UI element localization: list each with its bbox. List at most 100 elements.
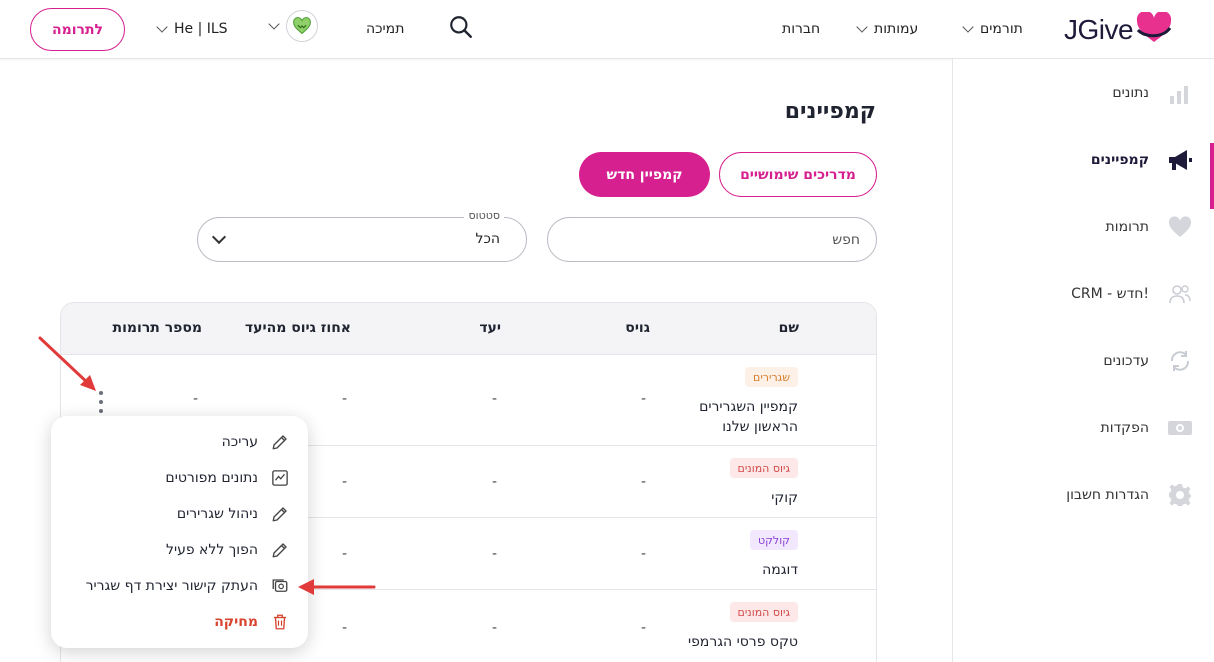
- menu-item-label: הפוך ללא פעיל: [166, 542, 258, 558]
- bar-chart-icon: [1167, 80, 1193, 106]
- menu-item-delete[interactable]: מחיקה: [214, 610, 290, 634]
- page-title: קמפיינים: [784, 99, 876, 124]
- table-header: שם גויס יעד אחוז גיוס מהיעד מספר תרומות: [61, 303, 876, 355]
- campaign-name[interactable]: קמפיין השגרירים הראשון שלנו: [699, 397, 798, 437]
- chevron-down-icon: [962, 21, 974, 33]
- column-header-goal[interactable]: יעד: [479, 320, 501, 336]
- menu-item-label: נתונים מפורטים: [165, 470, 258, 486]
- goal-value: -: [492, 391, 498, 407]
- top-bar: לתרומה He | ILS תמיכה חברות עמותות תורמי…: [0, 0, 1214, 59]
- column-header-donations[interactable]: מספר תרומות: [113, 320, 202, 336]
- profile-menu[interactable]: [268, 10, 318, 42]
- menu-item-detailed-data[interactable]: נתונים מפורטים: [165, 466, 290, 490]
- trash-icon: [270, 612, 290, 632]
- sidebar-item-crm[interactable]: CRM - חדש!: [953, 269, 1214, 319]
- menu-item-label: ניהול שגרירים: [176, 506, 258, 522]
- chevron-down-icon: [856, 21, 868, 33]
- status-select[interactable]: סטטוס הכל: [197, 209, 527, 262]
- goal-value: -: [492, 546, 498, 562]
- chart-icon: [270, 468, 290, 488]
- pencil-icon: [270, 540, 290, 560]
- new-campaign-button[interactable]: קמפיין חדש: [579, 152, 710, 197]
- search-input[interactable]: חפש: [547, 217, 877, 262]
- campaign-type-badge: שגרירים: [745, 367, 798, 387]
- jgive-logo[interactable]: JGive: [1064, 10, 1173, 50]
- menu-item-manage-ambassadors[interactable]: ניהול שגרירים: [177, 502, 290, 526]
- sidebar-item-updates[interactable]: עדכונים: [953, 336, 1214, 386]
- percent-value: -: [342, 474, 348, 490]
- heart-icon: [1167, 214, 1193, 240]
- logo-text: JGive: [1064, 14, 1134, 45]
- column-header-name[interactable]: שם: [779, 320, 799, 336]
- raised-value: -: [641, 474, 647, 490]
- sidebar-item-deposits[interactable]: הפקדות: [953, 403, 1214, 453]
- menu-item-make-inactive[interactable]: הפוך ללא פעיל: [166, 538, 290, 562]
- goal-value: -: [492, 474, 498, 490]
- donations-value: -: [193, 391, 199, 407]
- refresh-icon: [1167, 348, 1193, 374]
- percent-value: -: [342, 391, 348, 407]
- nav-donors-label: תורמים: [980, 21, 1023, 37]
- gear-icon: [1167, 482, 1193, 508]
- sidebar-item-label: הפקדות: [1100, 420, 1149, 436]
- megaphone-icon: [1167, 147, 1193, 173]
- campaign-name[interactable]: קוקי: [771, 488, 798, 508]
- column-header-percent[interactable]: אחוז גיוס מהיעד: [245, 320, 351, 336]
- sidebar-item-label: CRM - חדש!: [1071, 286, 1149, 302]
- sidebar-item-donations[interactable]: תרומות: [953, 202, 1214, 252]
- raised-value: -: [641, 391, 647, 407]
- chevron-down-icon: [156, 21, 168, 33]
- menu-item-label: העתק קישור יצירת דף שגריר: [85, 578, 258, 594]
- menu-item-edit[interactable]: עריכה: [222, 430, 290, 454]
- campaign-type-badge: גיוס המונים: [729, 458, 798, 478]
- nav-donors[interactable]: תורמים: [962, 17, 1023, 41]
- raised-value: -: [641, 620, 647, 636]
- money-icon: [1167, 415, 1193, 441]
- menu-item-label: מחיקה: [214, 614, 258, 630]
- campaign-name-line: הראשון שלנו: [722, 419, 798, 435]
- campaign-name[interactable]: דוגמה: [762, 560, 798, 580]
- sidebar-item-data[interactable]: נתונים: [953, 68, 1214, 118]
- chevron-down-icon: [268, 18, 280, 30]
- search-icon[interactable]: [448, 15, 474, 39]
- campaign-type-badge: גיוס המונים: [729, 602, 798, 622]
- annotation-arrow-kebab: [38, 336, 96, 391]
- column-header-raised[interactable]: גויס: [625, 320, 650, 336]
- menu-item-label: עריכה: [221, 434, 258, 450]
- sidebar-item-label: עדכונים: [1103, 353, 1149, 369]
- campaign-name-line: קמפיין השגרירים: [699, 399, 798, 415]
- nav-companies[interactable]: חברות: [782, 17, 820, 41]
- copy-link-icon: [270, 576, 290, 596]
- search-placeholder: חפש: [832, 231, 860, 248]
- sidebar-item-campaigns[interactable]: קמפיינים: [953, 135, 1214, 209]
- handshake-heart-icon: [286, 10, 318, 42]
- percent-value: -: [342, 546, 348, 562]
- goal-value: -: [492, 620, 498, 636]
- campaign-type-badge: קולקט: [750, 530, 798, 550]
- useful-guides-button[interactable]: מדריכים שימושיים: [719, 152, 877, 197]
- annotation-arrow-copy-link: [298, 579, 376, 595]
- pencil-icon: [270, 432, 290, 452]
- status-value: הכל: [475, 231, 500, 247]
- sidebar-item-label: תרומות: [1105, 219, 1149, 235]
- percent-value: -: [342, 620, 348, 636]
- chevron-down-icon: [211, 229, 227, 245]
- sidebar-item-account-settings[interactable]: הגדרות חשבון: [953, 470, 1214, 520]
- nav-nonprofits-label: עמותות: [874, 21, 919, 37]
- row-actions-dropdown: עריכה נתונים מפורטים ניהול שגרירים הפוך …: [51, 416, 308, 648]
- nav-nonprofits[interactable]: עמותות: [856, 17, 919, 41]
- raised-value: -: [641, 546, 647, 562]
- pencil-icon: [270, 504, 290, 524]
- support-link[interactable]: תמיכה: [366, 17, 404, 41]
- language-currency-selector[interactable]: He | ILS: [156, 17, 228, 41]
- status-label: סטטוס: [464, 209, 504, 222]
- heart-logo-icon: [1135, 10, 1173, 48]
- donate-button[interactable]: לתרומה: [30, 8, 125, 51]
- menu-item-copy-ambassador-link[interactable]: העתק קישור יצירת דף שגריר: [86, 574, 290, 598]
- sidebar-item-label: נתונים: [1112, 85, 1149, 101]
- campaign-name[interactable]: טקס פרסי הגרמפי: [688, 632, 798, 652]
- sidebar: נתונים קמפיינים תרומות CRM - חדש! עדכוני…: [952, 59, 1214, 662]
- nav-companies-label: חברות: [782, 21, 821, 37]
- sidebar-item-label: הגדרות חשבון: [1066, 487, 1149, 503]
- language-currency-label: He | ILS: [174, 21, 228, 37]
